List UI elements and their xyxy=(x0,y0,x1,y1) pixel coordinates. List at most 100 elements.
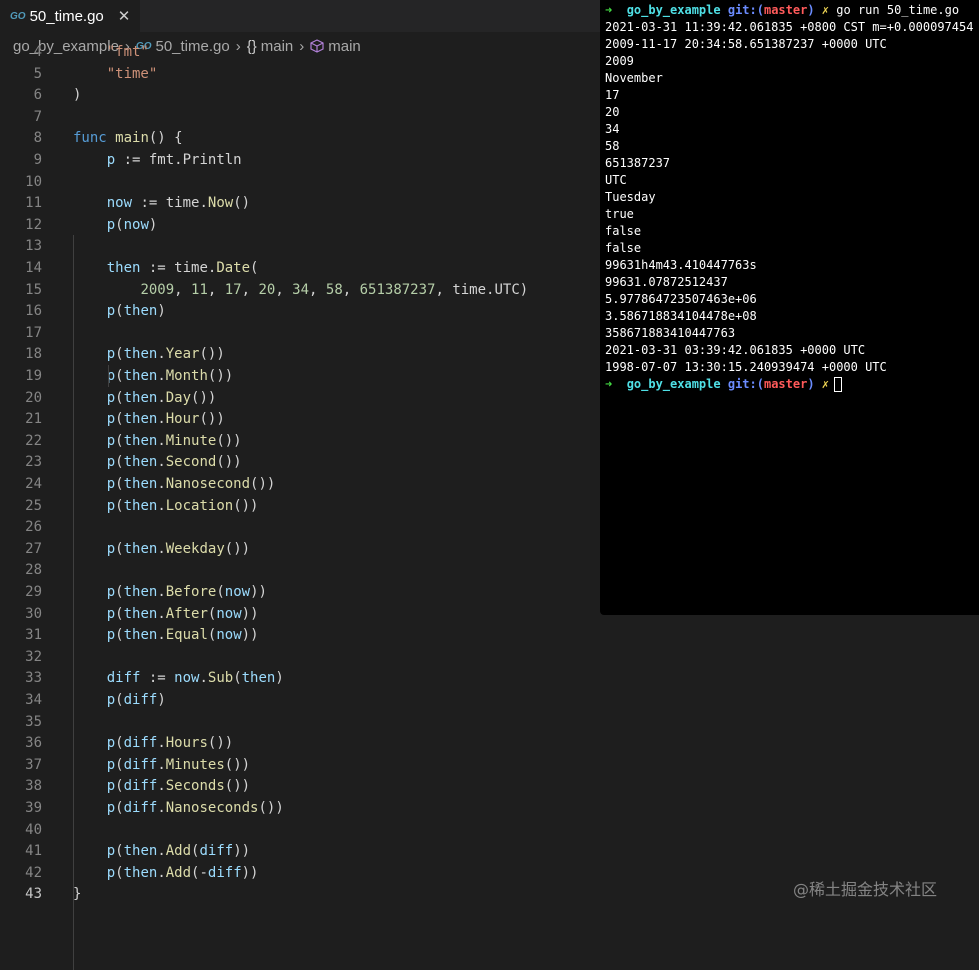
line-number: 15 xyxy=(25,281,42,298)
terminal-output-line: 5.977864723507463e+06 xyxy=(605,292,757,306)
close-icon[interactable]: ✕ xyxy=(118,7,131,25)
prompt-directory: go_by_example xyxy=(626,377,721,391)
line-number: 30 xyxy=(25,605,42,622)
terminal-prompt-line: ➜ go_by_example git:(master) ✗ go run 50… xyxy=(605,3,960,17)
terminal-output-line: 17 xyxy=(605,88,620,102)
line-number: 34 xyxy=(25,692,42,708)
code-text: } xyxy=(73,886,82,903)
code-line[interactable]: 34 p(diff) xyxy=(0,689,979,711)
code-text: "time" xyxy=(106,65,158,82)
prompt-directory: go_by_example xyxy=(626,3,721,17)
prompt-git: git:( xyxy=(727,377,764,391)
prompt-branch: master xyxy=(763,3,808,17)
code-line[interactable]: 33 diff := now.Sub(then) xyxy=(0,667,979,689)
code-text: p(then.After(now)) xyxy=(106,605,259,622)
indent-guide xyxy=(73,235,74,970)
prompt-git: git:( xyxy=(727,3,764,17)
code-text: p(then.Second()) xyxy=(106,454,242,471)
line-number: 32 xyxy=(25,648,42,665)
line-number: 6 xyxy=(33,87,42,104)
indent-guide xyxy=(108,365,109,387)
code-line[interactable]: 31 p(then.Equal(now)) xyxy=(0,624,979,646)
code-text: p(then) xyxy=(106,303,166,320)
line-number: 42 xyxy=(25,864,42,881)
line-number: 25 xyxy=(25,497,42,514)
terminal-cursor xyxy=(834,377,843,392)
line-number: 36 xyxy=(25,735,42,752)
terminal-output-line: 99631h4m43.410447763s xyxy=(605,258,757,272)
code-text: diff := now.Sub(then) xyxy=(106,670,284,687)
terminal-output-line: UTC xyxy=(605,173,627,187)
line-number: 38 xyxy=(25,778,42,795)
code-line[interactable]: 32 xyxy=(0,646,979,668)
line-number: 41 xyxy=(25,843,42,860)
terminal-output-line: true xyxy=(605,207,634,221)
terminal-output-line: 34 xyxy=(605,122,620,136)
line-number: 4 xyxy=(33,44,42,60)
line-number: 43 xyxy=(25,886,42,903)
code-line[interactable]: 40 xyxy=(0,819,979,841)
line-number: 8 xyxy=(33,130,42,147)
code-text: p(then.Equal(now)) xyxy=(106,627,259,644)
terminal-output-line: 2009 xyxy=(605,54,634,68)
code-line[interactable]: 37 p(diff.Minutes()) xyxy=(0,754,979,776)
line-number: 13 xyxy=(25,238,42,255)
code-text: p(diff.Nanoseconds()) xyxy=(106,800,284,816)
code-text: p(then.Add(diff)) xyxy=(106,843,251,860)
line-number: 33 xyxy=(25,670,42,687)
code-line[interactable]: 35 xyxy=(0,711,979,733)
line-number: 14 xyxy=(25,260,42,276)
line-number: 26 xyxy=(25,519,42,536)
code-text: p(then.Weekday()) xyxy=(106,540,251,557)
code-line[interactable]: 39 p(diff.Nanoseconds()) xyxy=(0,797,979,819)
line-number: 22 xyxy=(25,432,42,449)
editor-tab[interactable]: GO 50_time.go ✕ xyxy=(0,0,140,32)
terminal-output-line: 58 xyxy=(605,139,620,153)
code-text: p(then.Year()) xyxy=(106,346,225,363)
line-number: 20 xyxy=(25,389,42,406)
terminal-prompt-line[interactable]: ➜ go_by_example git:(master) ✗ xyxy=(605,376,843,393)
terminal-output-line: 99631.07872512437 xyxy=(605,275,728,289)
line-number: 7 xyxy=(33,108,42,125)
code-text: p(diff.Minutes()) xyxy=(106,756,251,773)
terminal-output-line: Tuesday xyxy=(605,190,656,204)
code-line[interactable]: 36 p(diff.Hours()) xyxy=(0,732,979,754)
line-number: 40 xyxy=(25,821,42,838)
line-number: 24 xyxy=(25,476,42,492)
code-line[interactable]: 38 p(diff.Seconds()) xyxy=(0,775,979,797)
terminal-command: go run 50_time.go xyxy=(836,3,960,17)
code-text: ) xyxy=(73,87,82,104)
terminal-output-line: 2021-03-31 11:39:42.061835 +0800 CST m=+… xyxy=(605,20,974,34)
terminal-output-line: 651387237 xyxy=(605,156,671,170)
code-text: now := time.Now() xyxy=(106,195,251,212)
line-number: 27 xyxy=(25,540,42,557)
code-text: p(then.Location()) xyxy=(106,497,259,514)
code-text: p(now) xyxy=(106,216,158,233)
line-number: 18 xyxy=(25,346,42,363)
code-line[interactable]: 41 p(then.Add(diff)) xyxy=(0,840,979,862)
terminal-window[interactable]: ➜ go_by_example git:(master) ✗ go run 50… xyxy=(600,0,979,615)
code-text: p(then.Add(-diff)) xyxy=(106,864,259,881)
line-number: 21 xyxy=(25,411,42,428)
code-text: p(diff) xyxy=(106,692,166,708)
prompt-dirty-icon: ✗ xyxy=(821,3,830,17)
line-number: 9 xyxy=(33,152,42,168)
code-text: p(then.Hour()) xyxy=(106,411,225,428)
line-number: 29 xyxy=(25,584,42,600)
terminal-output-line: 358671883410447763 xyxy=(605,326,736,340)
code-text: "fmt" xyxy=(106,44,149,60)
code-text: p := fmt.Println xyxy=(106,152,242,168)
go-file-icon: GO xyxy=(10,10,26,22)
prompt-arrow-icon: ➜ xyxy=(605,3,613,17)
code-text: func main() { xyxy=(73,130,183,147)
tab-label: 50_time.go xyxy=(29,7,104,25)
terminal-output-line: false xyxy=(605,224,642,238)
line-number: 23 xyxy=(25,454,42,471)
terminal-output-line: 1998-07-07 13:30:15.240939474 +0000 UTC xyxy=(605,360,887,374)
prompt-branch: master xyxy=(763,377,808,391)
line-number: 12 xyxy=(25,216,42,233)
line-number: 31 xyxy=(25,627,42,644)
terminal-output-line: 2021-03-31 03:39:42.061835 +0000 UTC xyxy=(605,343,866,357)
line-number: 17 xyxy=(25,324,42,341)
terminal-output-line: 2009-11-17 20:34:58.651387237 +0000 UTC xyxy=(605,37,887,51)
